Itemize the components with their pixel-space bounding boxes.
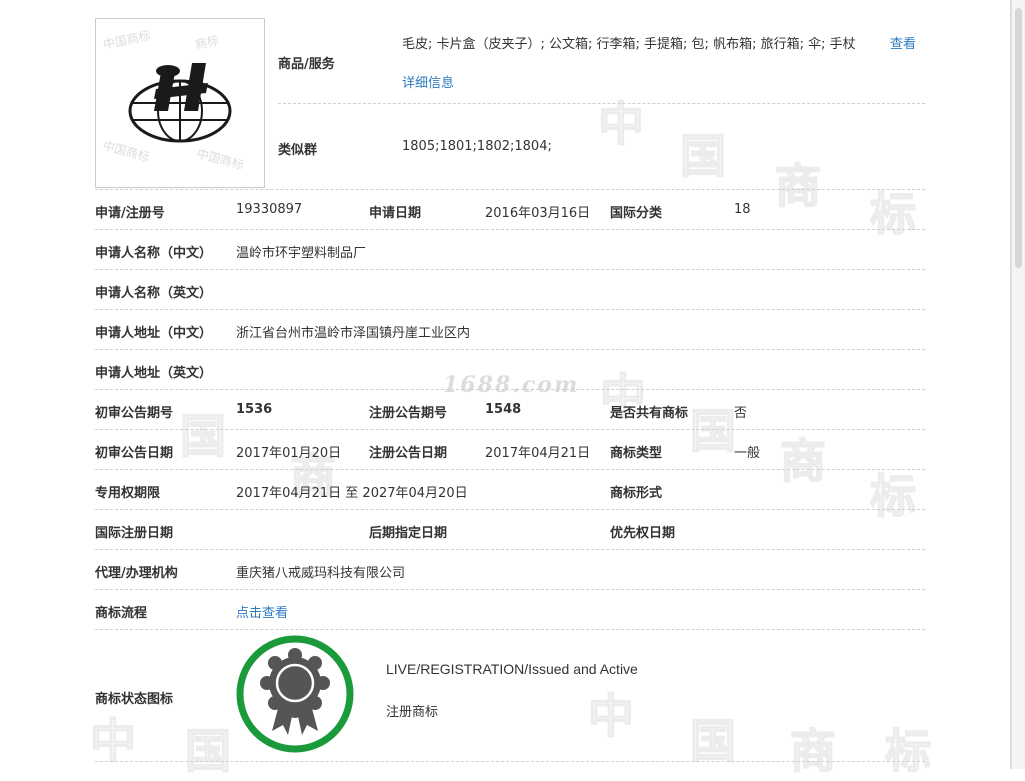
row-divider (95, 189, 925, 190)
agent-label: 代理/办理机构 (95, 566, 178, 581)
shared-value: 否 (734, 406, 748, 421)
applicant-addr-en-label: 申请人地址（英文） (95, 366, 213, 381)
applicant-name-cn-label: 申请人名称（中文） (95, 246, 213, 261)
priority-date-label: 优先权日期 (610, 526, 676, 541)
applicant-name-cn-value: 温岭市环宇塑料制品厂 (236, 246, 367, 261)
process-view-link[interactable]: 点击查看 (236, 602, 288, 621)
row-divider (95, 589, 925, 590)
later-designation-label: 后期指定日期 (369, 526, 448, 541)
trademark-image: 中国商标 商标 中国商标 中国商标 (95, 18, 265, 188)
shared-label: 是否共有商标 (610, 406, 689, 421)
svg-text:中国商标: 中国商标 (102, 27, 152, 52)
row-divider (95, 509, 925, 510)
watermark-char: 商 (789, 723, 837, 779)
status-chinese: 注册商标 (386, 705, 439, 720)
applicant-addr-cn-label: 申请人地址（中文） (95, 326, 213, 341)
intl-reg-date-label: 国际注册日期 (95, 526, 174, 541)
reg-no-label: 申请/注册号 (95, 206, 165, 221)
apply-date-value: 2016年03月16日 (485, 206, 591, 221)
reg-no-value: 19330897 (236, 202, 303, 217)
watermark-char: 商 (774, 158, 822, 214)
trademark-form-label: 商标形式 (610, 486, 663, 501)
rights-period-value: 2017年04月21日 至 2027年04月20日 (236, 486, 468, 501)
reg-announce-no-label: 注册公告期号 (369, 406, 448, 421)
watermark-char: 中 (587, 688, 635, 744)
watermark-char: 国 (679, 128, 727, 184)
prelim-date-value: 2017年01月20日 (236, 446, 342, 461)
similar-group-label: 类似群 (278, 143, 318, 158)
intl-class-label: 国际分类 (610, 206, 663, 221)
reg-announce-date-value: 2017年04月21日 (485, 446, 591, 461)
trademark-detail-panel: 中 国 商 标 中 国 商 标 国 商 中 国 商 标 中 国 1688.com… (0, 0, 1011, 779)
reg-announce-date-label: 注册公告日期 (369, 446, 448, 461)
row-divider (95, 629, 925, 630)
reg-announce-no-value: 1548 (485, 402, 522, 417)
row-divider (95, 389, 925, 390)
row-divider (95, 429, 925, 430)
apply-date-label: 申请日期 (369, 206, 422, 221)
similar-group-value: 1805;1801;1802;1804; (402, 139, 552, 154)
svg-text:商标: 商标 (194, 32, 221, 52)
svg-text:中国商标: 中国商标 (101, 137, 151, 164)
row-divider (95, 309, 925, 310)
row-divider (95, 549, 925, 550)
status-label: 商标状态图标 (95, 692, 174, 707)
intl-class-value: 18 (734, 202, 751, 217)
watermark-char: 标 (884, 723, 932, 779)
prelim-date-label: 初审公告日期 (95, 446, 174, 461)
vertical-scrollbar[interactable] (1011, 0, 1025, 769)
scrollbar-thumb[interactable] (1015, 8, 1022, 268)
row-divider (95, 229, 925, 230)
goods-label: 商品/服务 (278, 57, 335, 72)
site-watermark: 1688.com (443, 372, 580, 398)
goods-detail-link[interactable]: 详细信息 (402, 72, 454, 91)
watermark-char: 国 (179, 408, 227, 464)
rights-period-label: 专用权期限 (95, 486, 161, 501)
status-english: LIVE/REGISTRATION/Issued and Active (386, 661, 638, 677)
row-divider (95, 761, 925, 762)
trademark-type-value: 一般 (734, 446, 761, 461)
trademark-type-label: 商标类型 (610, 446, 663, 461)
row-divider (95, 349, 925, 350)
watermark-char: 中 (597, 96, 645, 152)
watermark-char: 商 (779, 433, 827, 489)
goods-value: 毛皮; 卡片盒（皮夹子）; 公文箱; 行李箱; 手提箱; 包; 帆布箱; 旅行箱… (402, 37, 856, 52)
process-label: 商标流程 (95, 606, 148, 621)
watermark-char: 标 (869, 186, 917, 242)
goods-view-link[interactable]: 查看 (890, 33, 916, 52)
watermark-char: 国 (689, 403, 737, 459)
svg-text:中国商标: 中国商标 (195, 145, 245, 172)
applicant-name-en-label: 申请人名称（英文） (95, 286, 213, 301)
applicant-addr-cn-value: 浙江省台州市温岭市泽国镇丹崖工业区内 (236, 326, 471, 341)
row-divider (95, 469, 925, 470)
row-divider (278, 103, 925, 104)
registered-medal-icon (236, 635, 354, 753)
agent-value: 重庆猪八戒威玛科技有限公司 (236, 566, 406, 581)
row-divider (95, 269, 925, 270)
prelim-no-label: 初审公告期号 (95, 406, 174, 421)
prelim-no-value: 1536 (236, 402, 273, 417)
globe-h-logo-icon: 中国商标 商标 中国商标 中国商标 (101, 27, 245, 172)
watermark-char: 国 (184, 723, 232, 779)
